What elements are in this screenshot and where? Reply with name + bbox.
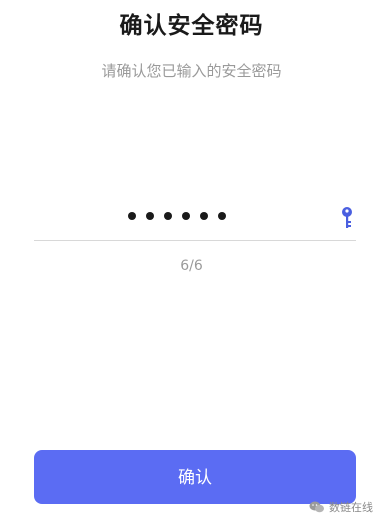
password-dot xyxy=(164,212,172,220)
password-dot xyxy=(200,212,208,220)
watermark-text: 数链在线 xyxy=(329,501,373,514)
password-field[interactable] xyxy=(34,196,356,241)
page-subtitle: 请确认您已输入的安全密码 xyxy=(101,62,282,80)
password-dots xyxy=(128,210,226,222)
password-counter: 6/6 xyxy=(180,258,203,274)
wechat-icon xyxy=(309,501,324,513)
confirm-button[interactable]: 确认 xyxy=(34,450,356,504)
watermark: 数链在线 xyxy=(309,499,373,515)
password-dot xyxy=(182,212,190,220)
page-title: 确认安全密码 xyxy=(119,13,264,39)
password-dot xyxy=(128,212,136,220)
key-icon[interactable] xyxy=(340,206,354,230)
password-dot xyxy=(218,212,226,220)
password-dot xyxy=(146,212,154,220)
